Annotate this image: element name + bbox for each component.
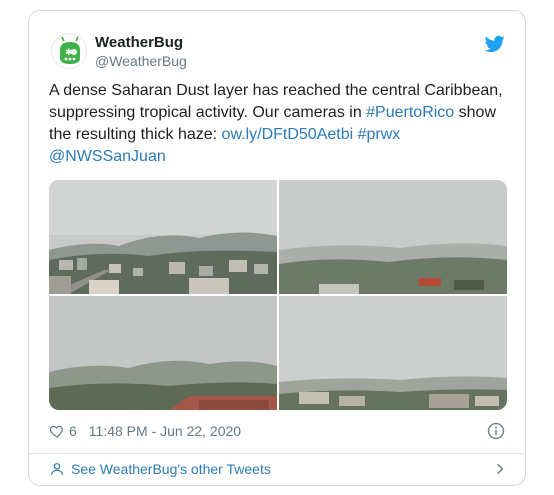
tweet-text: A dense Saharan Dust layer has reached t… bbox=[49, 80, 509, 168]
like-count[interactable]: 6 bbox=[69, 423, 77, 439]
misty-valley-photo bbox=[49, 296, 277, 410]
foggy-hills-photo bbox=[279, 180, 507, 294]
avatar[interactable]: ✱ bbox=[51, 33, 87, 69]
photo-3[interactable] bbox=[49, 296, 277, 410]
media-grid bbox=[49, 180, 507, 410]
hashtag-prwx[interactable]: #prwx bbox=[358, 126, 401, 143]
photo-4[interactable] bbox=[279, 296, 507, 410]
info-icon[interactable] bbox=[487, 422, 505, 440]
footer-link-label[interactable]: See WeatherBug's other Tweets bbox=[71, 461, 271, 477]
tweet-header: ✱ WeatherBug @WeatherBug bbox=[51, 31, 505, 75]
hazy-rooftops-photo bbox=[279, 296, 507, 410]
author-name[interactable]: WeatherBug bbox=[95, 34, 183, 51]
footer-link[interactable]: See WeatherBug's other Tweets bbox=[49, 458, 507, 480]
twitter-bird-icon[interactable] bbox=[485, 35, 505, 53]
tweet-meta: 6 11:48 PM - Jun 22, 2020 bbox=[49, 420, 241, 442]
weatherbug-logo: ✱ bbox=[53, 35, 86, 68]
author-handle[interactable]: @WeatherBug bbox=[95, 53, 187, 69]
chevron-right-icon[interactable] bbox=[493, 462, 507, 476]
tweet-timestamp[interactable]: 11:48 PM - Jun 22, 2020 bbox=[89, 423, 241, 439]
photo-1[interactable] bbox=[49, 180, 277, 294]
hashtag-puertorico[interactable]: #PuertoRico bbox=[366, 104, 454, 121]
hazy-town-photo bbox=[49, 180, 277, 294]
embedded-tweet-card: ✱ WeatherBug @WeatherBug A dense Saharan… bbox=[28, 10, 526, 486]
person-icon bbox=[51, 463, 63, 476]
photo-2[interactable] bbox=[279, 180, 507, 294]
mention-nwssanjuan[interactable]: @NWSSanJuan bbox=[49, 148, 166, 165]
heart-icon[interactable] bbox=[49, 423, 65, 439]
divider bbox=[29, 453, 525, 454]
tweet-url-link[interactable]: ow.ly/DFtD50Aetbi bbox=[222, 126, 354, 143]
